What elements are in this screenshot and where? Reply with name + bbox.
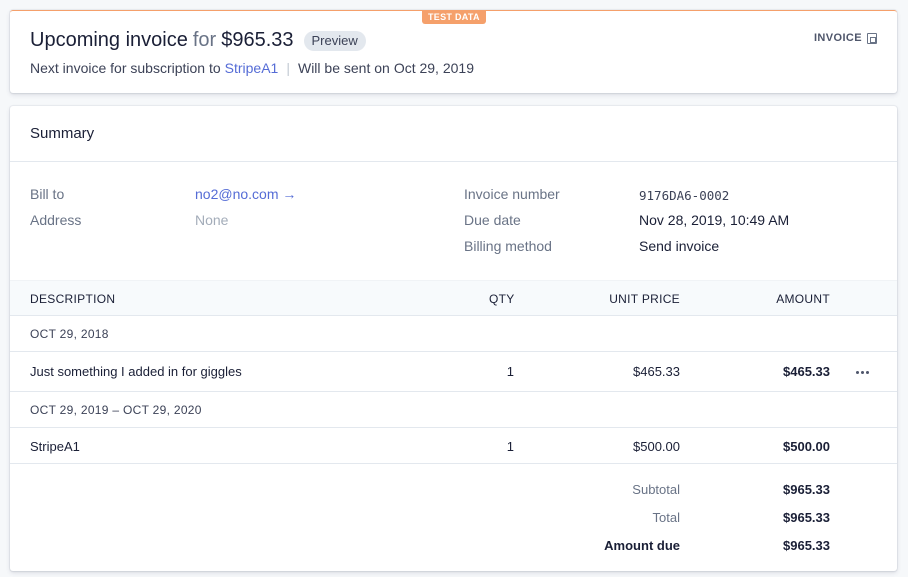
- due-date-value: Nov 28, 2019, 10:49 AM: [639, 212, 790, 228]
- invoice-pdf-button[interactable]: INVOICE: [814, 32, 877, 44]
- billing-method-label: Billing method: [464, 238, 552, 254]
- summary-title: Summary: [30, 125, 95, 142]
- test-data-badge: TEST DATA: [422, 10, 486, 24]
- amount-due-label: Amount due: [604, 538, 680, 553]
- amount-due-value: $965.33: [783, 538, 830, 553]
- subscription-link[interactable]: StripeA1: [225, 60, 279, 76]
- item-unit-price: $465.33: [633, 364, 680, 379]
- bill-to-email: no2@no.com: [195, 186, 279, 202]
- invoice-header-card: TEST DATA Upcoming invoice for $965.33 P…: [10, 10, 897, 93]
- invoice-number-value: 9176DA6-0002: [639, 188, 730, 203]
- billing-method-value: Send invoice: [639, 238, 720, 254]
- item-amount: $500.00: [783, 439, 830, 454]
- address-value: None: [195, 212, 229, 228]
- arrow-right-icon: →: [282, 186, 297, 202]
- subtotal-label: Subtotal: [632, 482, 680, 497]
- sent-date: Oct 29, 2019: [393, 60, 474, 76]
- invoice-button-label: INVOICE: [813, 32, 862, 44]
- total-label: Total: [652, 510, 680, 525]
- table-row: StripeA1 1 $500.00 $500.00: [10, 428, 897, 464]
- invoice-number-label: Invoice number: [464, 186, 560, 202]
- address-label: Address: [30, 212, 82, 228]
- col-description: DESCRIPTION: [30, 292, 116, 306]
- col-unit-price: UNIT PRICE: [609, 292, 680, 306]
- bill-to-label: Bill to: [30, 186, 65, 202]
- bill-to-link[interactable]: no2@no.com →: [195, 186, 296, 202]
- pdf-icon: [867, 32, 877, 44]
- period-row: OCT 29, 2019 – OCT 29, 2020: [10, 392, 897, 428]
- due-date-label: Due date: [464, 212, 521, 228]
- subtitle-prefix: Next invoice for subscription to: [30, 60, 221, 76]
- col-qty: QTY: [489, 292, 515, 306]
- col-amount: AMOUNT: [776, 292, 830, 306]
- item-amount: $465.33: [783, 364, 830, 379]
- sent-prefix: Will be sent on: [297, 60, 390, 76]
- period-label: OCT 29, 2018: [30, 327, 109, 341]
- item-description: StripeA1: [30, 439, 80, 454]
- period-label: OCT 29, 2019 – OCT 29, 2020: [30, 403, 202, 417]
- item-unit-price: $500.00: [633, 439, 680, 454]
- title-for: for: [192, 29, 217, 51]
- table-row: Just something I added in for giggles 1 …: [10, 352, 897, 392]
- period-row: OCT 29, 2018: [10, 316, 897, 352]
- total-value: $965.33: [783, 510, 830, 525]
- summary-divider: [10, 161, 897, 162]
- summary-card: Summary Bill to no2@no.com → Address Non…: [10, 106, 897, 571]
- preview-badge: Preview: [303, 30, 366, 51]
- subtitle-separator: |: [286, 60, 290, 76]
- title-main: Upcoming invoice: [30, 29, 188, 51]
- item-qty: 1: [506, 364, 514, 379]
- page-title: Upcoming invoice for $965.33 Preview: [30, 29, 366, 52]
- title-amount: $965.33: [221, 29, 294, 51]
- item-qty: 1: [506, 439, 514, 454]
- subtotal-value: $965.33: [783, 482, 830, 497]
- more-options-icon[interactable]: [856, 371, 869, 374]
- line-items-header: DESCRIPTION QTY UNIT PRICE AMOUNT: [10, 280, 897, 316]
- item-description: Just something I added in for giggles: [30, 364, 242, 379]
- invoice-subtitle: Next invoice for subscription to StripeA…: [30, 60, 474, 76]
